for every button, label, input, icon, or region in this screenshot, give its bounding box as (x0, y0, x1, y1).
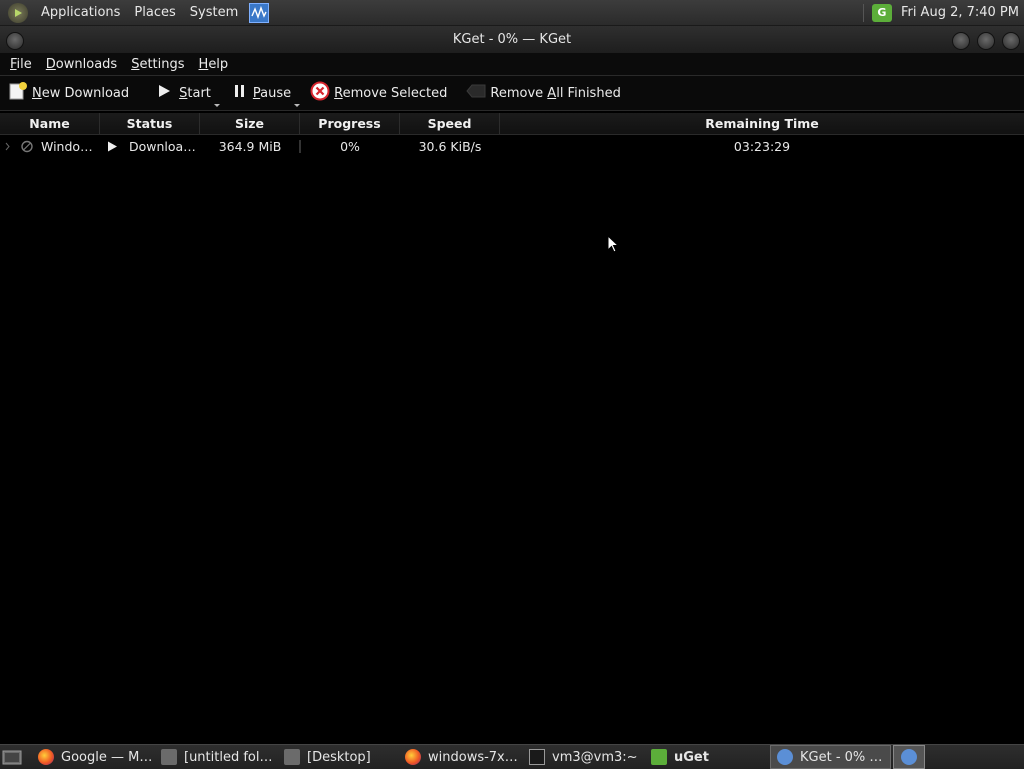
column-header-progress[interactable]: Progress (300, 113, 400, 134)
cell-remaining-time: 03:23:29 (733, 139, 791, 154)
cell-speed: 30.6 KiB/s (418, 139, 482, 154)
cell-size: 364.9 MiB (218, 139, 282, 154)
pause-dropdown-arrow[interactable] (294, 104, 301, 107)
expand-arrow-icon[interactable] (5, 136, 13, 157)
remove-selected-button[interactable]: Remove Selected (310, 81, 447, 105)
window-title: KGet - 0% — KGet (452, 32, 572, 47)
menu-downloads[interactable]: Downloads (39, 57, 124, 72)
taskbar-item-kget-tray[interactable] (893, 745, 925, 769)
minimize-icon[interactable] (952, 32, 970, 50)
mouse-cursor-icon (607, 235, 619, 253)
toolbar: New Download Start Pause Remove Selected… (0, 76, 1024, 111)
new-download-button[interactable]: New Download (8, 81, 129, 105)
column-header-name[interactable]: Name (0, 113, 100, 134)
column-header-speed[interactable]: Speed (400, 113, 500, 134)
start-button[interactable]: Start (156, 83, 220, 107)
kget-icon (901, 749, 917, 765)
taskbar-item-kget[interactable]: KGet - 0% … (770, 745, 891, 769)
window-titlebar[interactable]: KGet - 0% — KGet (0, 26, 1024, 53)
menubar: File Downloads Settings Help (0, 53, 1024, 76)
top-panel: Applications Places System G Fri Aug 2, … (0, 0, 1024, 26)
column-header-size[interactable]: Size (200, 113, 300, 134)
pause-icon (233, 83, 247, 103)
taskbar-item-untitled-folder[interactable]: [untitled fol… (161, 745, 276, 769)
maximize-icon[interactable] (977, 32, 995, 50)
file-type-icon (20, 136, 36, 157)
remove-circle-icon (310, 81, 330, 105)
column-header-status[interactable]: Status (100, 113, 200, 134)
column-header-remaining-time[interactable]: Remaining Time (500, 113, 1024, 134)
uget-tray-icon[interactable]: G (871, 3, 892, 22)
show-desktop-button[interactable] (2, 745, 24, 769)
menu-file[interactable]: File (0, 57, 39, 72)
folder-icon (161, 749, 177, 765)
taskbar-item-windows-7x[interactable]: windows-7x… (405, 745, 520, 769)
show-desktop-icon (2, 750, 22, 765)
taskbar: Google — M… [untitled fol… [Desktop] win… (0, 744, 1024, 769)
menu-help[interactable]: Help (192, 57, 236, 72)
applications-menu[interactable]: Applications (34, 0, 127, 25)
new-document-icon (8, 81, 28, 105)
close-icon[interactable] (1002, 32, 1020, 50)
taskbar-item-uget[interactable]: uGet (651, 745, 761, 769)
uget-icon (651, 749, 667, 765)
taskbar-item-desktop[interactable]: [Desktop] (284, 745, 399, 769)
firefox-icon (405, 749, 421, 765)
start-dropdown-arrow[interactable] (213, 104, 220, 107)
taskbar-item-google[interactable]: Google — M… (38, 745, 156, 769)
places-menu[interactable]: Places (127, 0, 182, 25)
folder-icon (284, 749, 300, 765)
menu-settings[interactable]: Settings (124, 57, 191, 72)
cell-status: Downloa… (129, 139, 196, 154)
system-monitor-icon[interactable] (249, 2, 270, 23)
terminal-icon (529, 749, 545, 765)
system-menu[interactable]: System (183, 0, 245, 25)
clear-icon (466, 83, 486, 103)
clock[interactable]: Fri Aug 2, 7:40 PM (901, 5, 1019, 20)
status-playing-icon (106, 136, 120, 157)
firefox-icon (38, 749, 54, 765)
panel-separator (862, 3, 864, 22)
table-row[interactable]: Windo… Downloa… 364.9 MiB 0% 30.6 KiB/s … (0, 136, 1024, 157)
table-header: Name Status Size Progress Speed Remainin… (0, 113, 1024, 135)
remove-all-finished-button[interactable]: Remove All Finished (466, 83, 621, 103)
kget-icon (777, 749, 793, 765)
play-icon (156, 83, 172, 103)
cell-progress: 0% (340, 139, 360, 154)
pause-button[interactable]: Pause (233, 83, 301, 107)
taskbar-item-terminal[interactable]: vm3@vm3:~ (529, 745, 639, 769)
window-menu-icon[interactable] (6, 32, 24, 50)
cell-name: Windo… (41, 139, 93, 154)
distro-logo-icon[interactable] (8, 2, 28, 23)
